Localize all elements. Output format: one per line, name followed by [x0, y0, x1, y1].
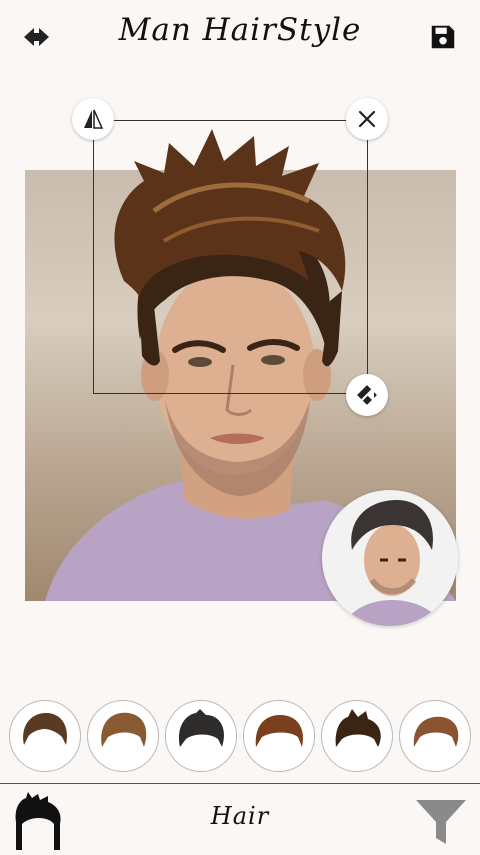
resize-rotate-handle[interactable] — [346, 374, 388, 416]
close-icon — [358, 110, 376, 128]
hairstyle-option-3[interactable] — [165, 700, 237, 772]
hair-overlay[interactable] — [94, 121, 367, 393]
hairstyle-2-icon — [101, 712, 147, 747]
hairstyle-4-icon — [255, 715, 304, 747]
hairstyle-6-icon — [413, 716, 459, 747]
save-disk-icon — [431, 25, 455, 49]
filter-button[interactable] — [414, 794, 468, 848]
hairstyle-5-icon — [335, 709, 381, 747]
top-bar: Man HairStyle — [0, 0, 480, 72]
hairstyle-strip — [0, 700, 480, 776]
hair-category-button[interactable] — [12, 792, 64, 850]
hairstyle-option-5[interactable] — [321, 700, 393, 772]
remove-hair-button[interactable] — [346, 98, 388, 140]
hairstyle-option-6[interactable] — [399, 700, 471, 772]
flip-button[interactable] — [72, 98, 114, 140]
bottom-bar: Hair — [0, 783, 480, 855]
hair-silhouette-icon — [15, 792, 61, 850]
hairstyle-option-4[interactable] — [243, 700, 315, 772]
filter-funnel-icon — [416, 800, 466, 844]
category-label: Hair — [210, 802, 270, 830]
hairstyle-option-2[interactable] — [87, 700, 159, 772]
hairstyle-1-icon — [23, 713, 68, 745]
resize-rotate-icon — [357, 385, 377, 405]
back-button[interactable] — [20, 22, 54, 52]
app-title: Man HairStyle — [118, 12, 362, 48]
save-button[interactable] — [428, 22, 458, 52]
hairstyle-option-1[interactable] — [9, 700, 81, 772]
hairstyle-3-icon — [178, 709, 225, 747]
flip-horizontal-icon — [84, 109, 104, 129]
back-arrow-icon — [24, 28, 49, 46]
preview-thumbnail[interactable] — [322, 490, 458, 626]
hair-overlay-frame[interactable] — [93, 120, 368, 394]
